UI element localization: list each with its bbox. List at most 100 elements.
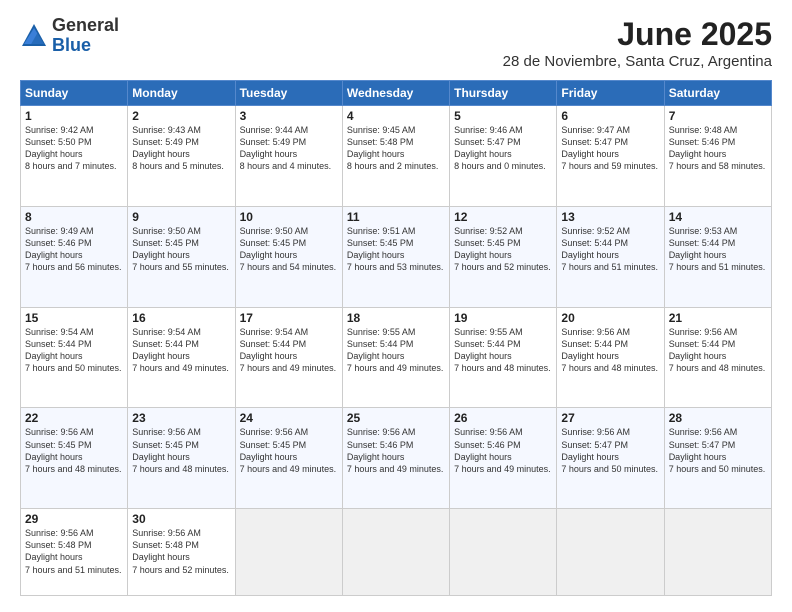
table-row: 29 Sunrise: 9:56 AM Sunset: 5:48 PM Dayl… <box>21 509 128 596</box>
table-row <box>557 509 664 596</box>
table-row: 16 Sunrise: 9:54 AM Sunset: 5:44 PM Dayl… <box>128 307 235 408</box>
day-number: 20 <box>561 311 659 325</box>
day-info: Sunrise: 9:55 AM Sunset: 5:44 PM Dayligh… <box>454 326 552 375</box>
day-number: 7 <box>669 109 767 123</box>
day-number: 16 <box>132 311 230 325</box>
day-info: Sunrise: 9:55 AM Sunset: 5:44 PM Dayligh… <box>347 326 445 375</box>
day-info: Sunrise: 9:56 AM Sunset: 5:47 PM Dayligh… <box>561 426 659 475</box>
day-number: 4 <box>347 109 445 123</box>
table-row: 8 Sunrise: 9:49 AM Sunset: 5:46 PM Dayli… <box>21 206 128 307</box>
logo: General Blue <box>20 16 119 56</box>
logo-text: General Blue <box>52 16 119 56</box>
table-row <box>450 509 557 596</box>
logo-blue: Blue <box>52 35 91 55</box>
day-number: 17 <box>240 311 338 325</box>
table-row: 14 Sunrise: 9:53 AM Sunset: 5:44 PM Dayl… <box>664 206 771 307</box>
table-row <box>342 509 449 596</box>
col-saturday: Saturday <box>664 81 771 106</box>
day-info: Sunrise: 9:54 AM Sunset: 5:44 PM Dayligh… <box>240 326 338 375</box>
page: General Blue June 2025 28 de Noviembre, … <box>0 0 792 612</box>
day-number: 23 <box>132 411 230 425</box>
day-number: 24 <box>240 411 338 425</box>
table-row: 24 Sunrise: 9:56 AM Sunset: 5:45 PM Dayl… <box>235 408 342 509</box>
day-info: Sunrise: 9:56 AM Sunset: 5:46 PM Dayligh… <box>454 426 552 475</box>
day-info: Sunrise: 9:54 AM Sunset: 5:44 PM Dayligh… <box>132 326 230 375</box>
day-info: Sunrise: 9:56 AM Sunset: 5:45 PM Dayligh… <box>132 426 230 475</box>
table-row: 9 Sunrise: 9:50 AM Sunset: 5:45 PM Dayli… <box>128 206 235 307</box>
table-row: 5 Sunrise: 9:46 AM Sunset: 5:47 PM Dayli… <box>450 106 557 207</box>
week-row-5: 29 Sunrise: 9:56 AM Sunset: 5:48 PM Dayl… <box>21 509 772 596</box>
table-row: 19 Sunrise: 9:55 AM Sunset: 5:44 PM Dayl… <box>450 307 557 408</box>
day-info: Sunrise: 9:56 AM Sunset: 5:47 PM Dayligh… <box>669 426 767 475</box>
title-block: June 2025 28 de Noviembre, Santa Cruz, A… <box>503 16 772 70</box>
day-number: 3 <box>240 109 338 123</box>
day-info: Sunrise: 9:56 AM Sunset: 5:45 PM Dayligh… <box>240 426 338 475</box>
day-info: Sunrise: 9:56 AM Sunset: 5:48 PM Dayligh… <box>132 527 230 576</box>
table-row: 20 Sunrise: 9:56 AM Sunset: 5:44 PM Dayl… <box>557 307 664 408</box>
day-number: 22 <box>25 411 123 425</box>
calendar-subtitle: 28 de Noviembre, Santa Cruz, Argentina <box>503 53 772 70</box>
table-row: 15 Sunrise: 9:54 AM Sunset: 5:44 PM Dayl… <box>21 307 128 408</box>
day-info: Sunrise: 9:47 AM Sunset: 5:47 PM Dayligh… <box>561 124 659 173</box>
day-info: Sunrise: 9:52 AM Sunset: 5:44 PM Dayligh… <box>561 225 659 274</box>
week-row-2: 8 Sunrise: 9:49 AM Sunset: 5:46 PM Dayli… <box>21 206 772 307</box>
week-row-4: 22 Sunrise: 9:56 AM Sunset: 5:45 PM Dayl… <box>21 408 772 509</box>
table-row: 17 Sunrise: 9:54 AM Sunset: 5:44 PM Dayl… <box>235 307 342 408</box>
day-number: 21 <box>669 311 767 325</box>
logo-icon <box>20 22 48 50</box>
day-number: 28 <box>669 411 767 425</box>
day-number: 26 <box>454 411 552 425</box>
day-number: 18 <box>347 311 445 325</box>
table-row: 23 Sunrise: 9:56 AM Sunset: 5:45 PM Dayl… <box>128 408 235 509</box>
table-row: 4 Sunrise: 9:45 AM Sunset: 5:48 PM Dayli… <box>342 106 449 207</box>
table-row: 26 Sunrise: 9:56 AM Sunset: 5:46 PM Dayl… <box>450 408 557 509</box>
table-row: 2 Sunrise: 9:43 AM Sunset: 5:49 PM Dayli… <box>128 106 235 207</box>
day-number: 6 <box>561 109 659 123</box>
day-number: 25 <box>347 411 445 425</box>
logo-general: General <box>52 15 119 35</box>
day-number: 13 <box>561 210 659 224</box>
day-info: Sunrise: 9:44 AM Sunset: 5:49 PM Dayligh… <box>240 124 338 173</box>
col-tuesday: Tuesday <box>235 81 342 106</box>
day-number: 2 <box>132 109 230 123</box>
col-thursday: Thursday <box>450 81 557 106</box>
col-wednesday: Wednesday <box>342 81 449 106</box>
day-number: 10 <box>240 210 338 224</box>
col-sunday: Sunday <box>21 81 128 106</box>
header: General Blue June 2025 28 de Noviembre, … <box>20 16 772 70</box>
table-row: 30 Sunrise: 9:56 AM Sunset: 5:48 PM Dayl… <box>128 509 235 596</box>
day-info: Sunrise: 9:46 AM Sunset: 5:47 PM Dayligh… <box>454 124 552 173</box>
day-number: 8 <box>25 210 123 224</box>
table-row <box>664 509 771 596</box>
table-row: 25 Sunrise: 9:56 AM Sunset: 5:46 PM Dayl… <box>342 408 449 509</box>
day-info: Sunrise: 9:52 AM Sunset: 5:45 PM Dayligh… <box>454 225 552 274</box>
day-info: Sunrise: 9:54 AM Sunset: 5:44 PM Dayligh… <box>25 326 123 375</box>
col-friday: Friday <box>557 81 664 106</box>
day-info: Sunrise: 9:56 AM Sunset: 5:44 PM Dayligh… <box>561 326 659 375</box>
week-row-1: 1 Sunrise: 9:42 AM Sunset: 5:50 PM Dayli… <box>21 106 772 207</box>
day-info: Sunrise: 9:42 AM Sunset: 5:50 PM Dayligh… <box>25 124 123 173</box>
day-info: Sunrise: 9:53 AM Sunset: 5:44 PM Dayligh… <box>669 225 767 274</box>
col-monday: Monday <box>128 81 235 106</box>
day-number: 11 <box>347 210 445 224</box>
day-info: Sunrise: 9:43 AM Sunset: 5:49 PM Dayligh… <box>132 124 230 173</box>
day-number: 30 <box>132 512 230 526</box>
calendar-table: Sunday Monday Tuesday Wednesday Thursday… <box>20 80 772 596</box>
day-number: 1 <box>25 109 123 123</box>
day-number: 14 <box>669 210 767 224</box>
header-row: Sunday Monday Tuesday Wednesday Thursday… <box>21 81 772 106</box>
table-row: 13 Sunrise: 9:52 AM Sunset: 5:44 PM Dayl… <box>557 206 664 307</box>
day-info: Sunrise: 9:56 AM Sunset: 5:46 PM Dayligh… <box>347 426 445 475</box>
day-number: 15 <box>25 311 123 325</box>
table-row: 3 Sunrise: 9:44 AM Sunset: 5:49 PM Dayli… <box>235 106 342 207</box>
day-info: Sunrise: 9:49 AM Sunset: 5:46 PM Dayligh… <box>25 225 123 274</box>
day-info: Sunrise: 9:50 AM Sunset: 5:45 PM Dayligh… <box>240 225 338 274</box>
day-info: Sunrise: 9:56 AM Sunset: 5:45 PM Dayligh… <box>25 426 123 475</box>
day-number: 9 <box>132 210 230 224</box>
table-row: 7 Sunrise: 9:48 AM Sunset: 5:46 PM Dayli… <box>664 106 771 207</box>
table-row: 18 Sunrise: 9:55 AM Sunset: 5:44 PM Dayl… <box>342 307 449 408</box>
day-number: 5 <box>454 109 552 123</box>
table-row: 11 Sunrise: 9:51 AM Sunset: 5:45 PM Dayl… <box>342 206 449 307</box>
week-row-3: 15 Sunrise: 9:54 AM Sunset: 5:44 PM Dayl… <box>21 307 772 408</box>
day-info: Sunrise: 9:48 AM Sunset: 5:46 PM Dayligh… <box>669 124 767 173</box>
